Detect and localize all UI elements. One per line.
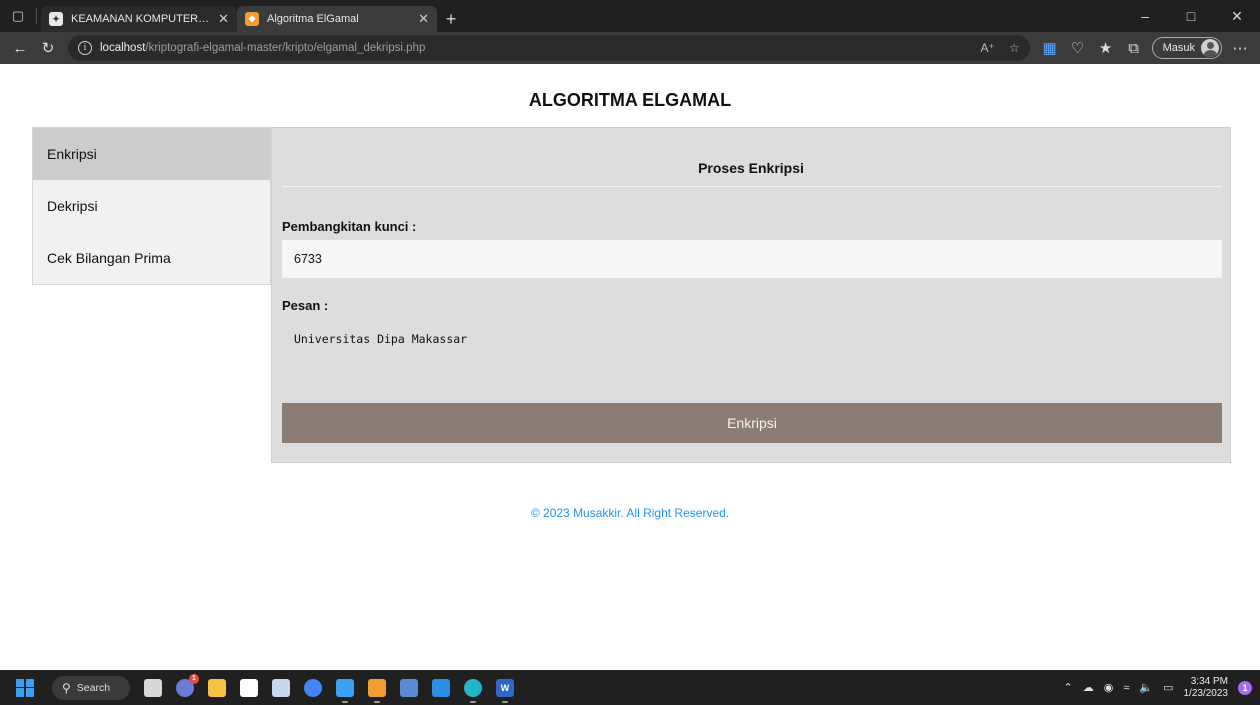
avatar-icon <box>1201 39 1219 57</box>
web-page: ALGORITMA ELGAMAL Enkripsi Dekripsi Cek … <box>0 64 1260 670</box>
panel-title: Proses Enkripsi <box>698 160 804 176</box>
clock-time: 3:34 PM <box>1190 675 1228 687</box>
minimize-icon[interactable]: – <box>1122 0 1168 32</box>
profile-signin-button[interactable]: Masuk <box>1151 37 1222 59</box>
image-viewer-icon[interactable] <box>400 678 418 697</box>
task-view-icon[interactable] <box>144 678 162 697</box>
word-icon[interactable]: W <box>496 678 514 703</box>
notification-badge: 1 <box>189 673 199 684</box>
vscode-icon[interactable] <box>432 678 450 697</box>
wifi-icon[interactable]: ≈ <box>1123 682 1129 694</box>
edge-browser-icon[interactable] <box>464 678 482 703</box>
taskbar-search[interactable]: ⚲ Search <box>52 675 130 700</box>
window-controls: – □ ✕ <box>1122 0 1260 32</box>
search-label: Search <box>76 681 111 694</box>
site-info-icon[interactable]: i <box>78 41 92 55</box>
photos-app-icon[interactable] <box>272 678 290 697</box>
collections-icon[interactable]: ⧉ <box>1120 34 1148 62</box>
system-clock[interactable]: 3:34 PM 1/23/2023 <box>1184 676 1229 700</box>
compass-favicon-icon: ✦ <box>49 12 63 26</box>
system-tray: ⌃ ☁ ◉ ≈ 🔈 ▭ 3:34 PM 1/23/2023 1 <box>1064 676 1260 700</box>
xampp-favicon-icon: ❖ <box>245 12 259 26</box>
read-aloud-icon[interactable]: A⁺ <box>980 41 994 55</box>
message-textarea[interactable]: Universitas Dipa Makassar <box>282 332 1222 392</box>
favorite-add-icon[interactable]: ☆ <box>1009 41 1020 55</box>
chrome-canary-icon[interactable] <box>304 678 322 697</box>
extension-icon[interactable]: ▦ <box>1036 34 1064 62</box>
store-icon[interactable] <box>240 678 258 697</box>
panel-divider <box>282 186 1222 187</box>
sidebar-item-cek-bilangan-prima[interactable]: Cek Bilangan Prima <box>33 232 270 284</box>
tab-title: Algoritma ElGamal <box>267 13 359 25</box>
battery-icon[interactable]: ▭ <box>1163 681 1173 694</box>
enkripsi-button[interactable]: Enkripsi <box>282 403 1222 443</box>
message-label: Pesan : <box>282 298 329 313</box>
favorites-icon[interactable]: ★ <box>1092 34 1120 62</box>
profile-label: Masuk <box>1162 42 1195 54</box>
footer-copyright: © 2023 Musakkir. All Right Reserved. <box>530 506 730 520</box>
close-icon[interactable]: ✕ <box>418 11 429 27</box>
chevron-up-icon[interactable]: ⌃ <box>1064 681 1073 694</box>
address-host: localhost <box>100 42 146 54</box>
sidebar-item-dekripsi[interactable]: Dekripsi <box>33 180 270 232</box>
address-actions: A⁺ ☆ <box>980 41 1019 55</box>
windows-taskbar: ⚲ Search 1 W ⌃ ☁ ◉ ≈ 🔈 ▭ 3:34 PM 1/23/20… <box>0 670 1260 705</box>
clock-date: 1/23/2023 <box>1183 687 1229 699</box>
key-input[interactable] <box>282 240 1222 278</box>
notepad-icon[interactable] <box>336 678 354 703</box>
sidebar-item-enkripsi[interactable]: Enkripsi <box>33 128 270 180</box>
key-label: Pembangkitan kunci : <box>282 219 417 234</box>
close-window-icon[interactable]: ✕ <box>1214 0 1260 32</box>
volume-icon[interactable]: 🔈 <box>1139 681 1153 694</box>
meet-now-icon[interactable]: ◉ <box>1104 681 1114 694</box>
notification-center-icon[interactable]: 1 <box>1238 680 1252 695</box>
tab-title: KEAMANAN KOMPUTER/KRIPTOGRAFI <box>71 13 212 25</box>
sidebar-menu: Enkripsi Dekripsi Cek Bilangan Prima <box>32 127 271 285</box>
address-bar[interactable]: i localhost /kriptografi-elgamal-master/… <box>68 35 1030 61</box>
close-icon[interactable]: ✕ <box>218 11 229 27</box>
windows-start-icon[interactable] <box>16 678 34 697</box>
refresh-icon[interactable]: ↻ <box>34 34 62 62</box>
xampp-icon[interactable] <box>368 678 386 703</box>
tab-separator <box>36 8 37 24</box>
browser-tab-bar: ▢ ✦ KEAMANAN KOMPUTER/KRIPTOGRAFI ✕ ❖ Al… <box>0 0 1260 32</box>
restore-icon[interactable]: □ <box>1168 0 1214 32</box>
browser-toolbar: ← ↻ i localhost /kriptografi-elgamal-mas… <box>0 32 1260 64</box>
back-arrow-icon[interactable]: ← <box>6 34 34 62</box>
encryption-panel: Proses Enkripsi Pembangkitan kunci : Pes… <box>271 127 1231 463</box>
onedrive-icon[interactable]: ☁ <box>1083 681 1094 694</box>
browser-tab-keamanan[interactable]: ✦ KEAMANAN KOMPUTER/KRIPTOGRAFI ✕ <box>41 6 237 32</box>
search-icon: ⚲ <box>62 680 71 695</box>
file-explorer-icon[interactable] <box>208 678 226 697</box>
new-tab-button[interactable]: + <box>437 6 465 32</box>
browser-essentials-icon[interactable]: ♡ <box>1064 34 1092 62</box>
more-options-icon[interactable]: ⋯ <box>1226 34 1254 62</box>
address-path: /kriptografi-elgamal-master/kripto/elgam… <box>145 42 426 54</box>
browser-tab-elgamal[interactable]: ❖ Algoritma ElGamal ✕ <box>237 6 437 32</box>
page-title: ALGORITMA ELGAMAL <box>528 90 732 110</box>
tab-actions-icon[interactable]: ▢ <box>0 0 36 32</box>
teams-chat-icon[interactable]: 1 <box>176 673 199 697</box>
